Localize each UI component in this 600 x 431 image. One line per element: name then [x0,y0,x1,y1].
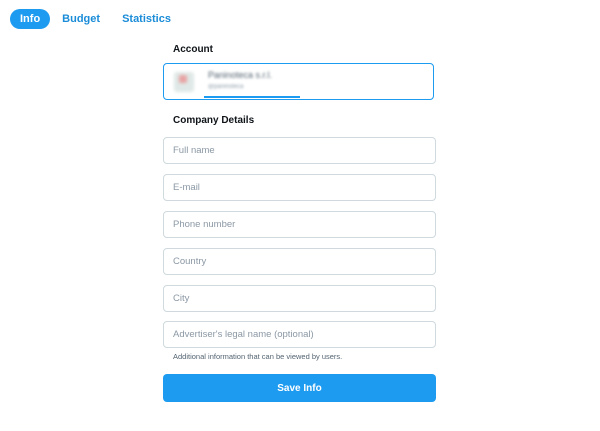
company-details-section-title: Company Details [173,115,255,126]
account-selector[interactable]: Paninoteca s.r.l. @paninoteca [163,63,434,100]
account-section-title: Account [173,44,213,55]
page: Info Budget Statistics Account Paninotec… [0,0,600,431]
city-input[interactable] [164,286,435,311]
legal-name-field [163,321,436,348]
full-name-field [163,137,436,164]
legal-name-input[interactable] [164,322,435,347]
tab-bar: Info Budget Statistics [10,9,183,29]
tab-info[interactable]: Info [10,9,51,29]
city-field [163,285,436,312]
email-field [163,174,436,201]
legal-name-helper-text: Additional information that can be viewe… [173,352,343,361]
tab-budget[interactable]: Budget [52,9,110,29]
full-name-input[interactable] [164,138,435,163]
tab-statistics[interactable]: Statistics [112,9,181,29]
account-avatar [174,72,194,92]
account-name: Paninoteca s.r.l. [208,70,273,80]
country-input[interactable] [164,249,435,274]
phone-input[interactable] [164,212,435,237]
email-input[interactable] [164,175,435,200]
country-field [163,248,436,275]
account-selection-indicator [204,96,300,98]
save-info-button[interactable]: Save Info [163,374,436,402]
account-handle: @paninoteca [208,84,244,90]
phone-field [163,211,436,238]
